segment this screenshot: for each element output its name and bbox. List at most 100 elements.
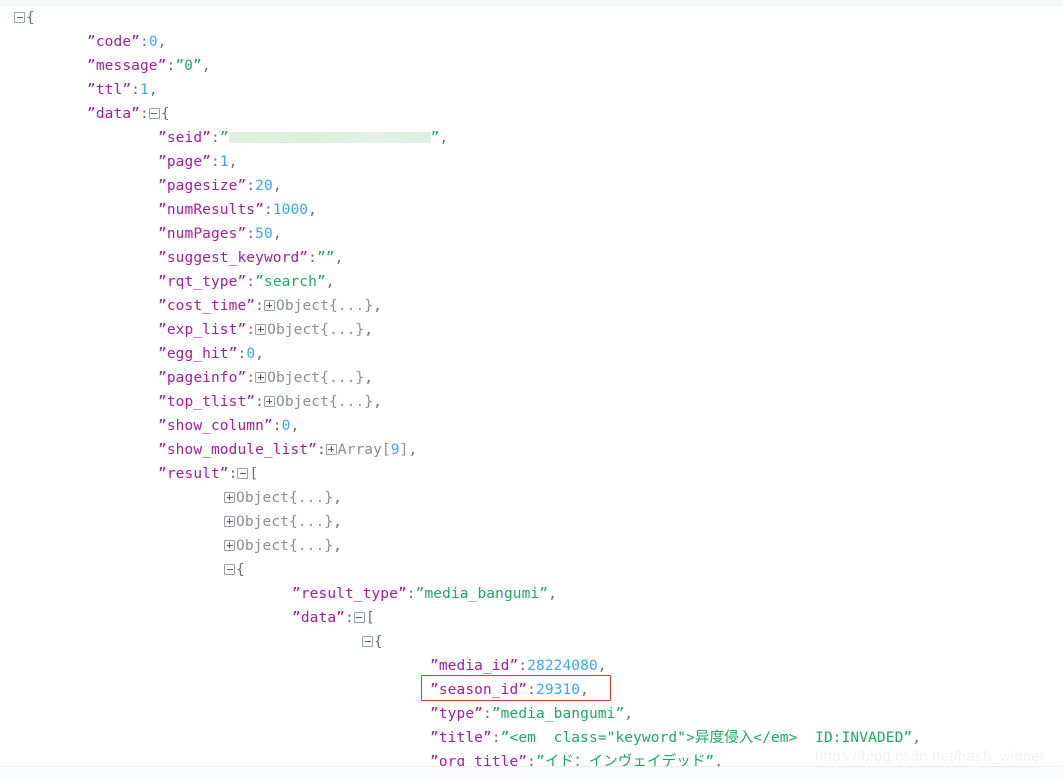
json-key: ”message”: [87, 58, 167, 74]
collapse-icon[interactable]: [14, 11, 25, 23]
expand-icon[interactable]: [224, 515, 235, 527]
json-colon: :: [166, 58, 176, 74]
json-line: ”title”:”<em class="keyword">异度侵入</em> I…: [0, 726, 1063, 750]
json-number-value: 1000: [272, 202, 309, 218]
json-line: ”show_column”:0,: [0, 414, 1063, 438]
json-string-value: ”search”: [255, 274, 326, 290]
json-comma: ,: [228, 154, 238, 170]
json-key: ”page”: [158, 154, 211, 170]
json-colon: :: [308, 250, 317, 266]
json-line: {: [0, 558, 1063, 582]
json-line: ”code”:0,: [0, 30, 1063, 54]
json-collapsed-placeholder[interactable]: Object{...}: [276, 394, 373, 410]
json-colon: :: [210, 130, 220, 146]
json-number-value: 1: [140, 82, 149, 98]
json-key: ”seid”: [158, 130, 211, 146]
json-comma: ,: [597, 658, 607, 674]
json-key: ”result”: [158, 466, 229, 482]
json-colon: :: [255, 298, 264, 314]
json-number-value: 1: [219, 154, 229, 170]
json-key: ”data”: [87, 106, 140, 122]
json-key: ”type”: [430, 706, 483, 722]
json-colon: :: [139, 34, 149, 50]
json-colon: :: [272, 418, 282, 434]
json-key: ”code”: [87, 34, 140, 50]
json-line: Object{...},: [0, 534, 1063, 558]
json-comma: ,: [255, 346, 264, 362]
json-line: ”seid”:””,: [0, 126, 1063, 150]
json-collapsed-placeholder[interactable]: Object{...}: [276, 298, 373, 314]
json-comma: ,: [408, 442, 418, 458]
expand-icon[interactable]: [255, 323, 267, 335]
json-comma: ,: [580, 682, 589, 698]
json-colon: :: [255, 394, 264, 410]
json-colon: :: [237, 346, 247, 362]
json-line: ”egg_hit”:0,: [0, 342, 1063, 366]
json-key: ”pagesize”: [158, 178, 247, 194]
collapse-icon[interactable]: [237, 467, 249, 479]
collapse-icon[interactable]: [148, 107, 160, 119]
json-number-value: 20: [255, 178, 273, 194]
json-bracket: {: [374, 634, 383, 650]
json-key: ”media_id”: [430, 658, 519, 674]
json-collapsed-placeholder[interactable]: Object{...}: [236, 538, 333, 554]
json-collapsed-placeholder[interactable]: Object{...}: [267, 370, 364, 386]
json-key: ”suggest_keyword”: [158, 250, 309, 266]
json-colon: :: [246, 322, 256, 338]
json-comma: ,: [148, 82, 158, 98]
json-comma: ,: [333, 538, 342, 554]
json-number-value: 50: [255, 226, 273, 242]
collapse-icon[interactable]: [224, 563, 235, 575]
window-bottom-edge: [0, 766, 1063, 778]
json-collapsed-placeholder[interactable]: Object{...}: [236, 490, 333, 506]
json-string-value: ”0”: [175, 58, 202, 74]
json-comma: ,: [364, 322, 374, 338]
json-line: {: [0, 630, 1063, 654]
expand-icon[interactable]: [255, 371, 267, 383]
json-comma: ,: [308, 202, 317, 218]
json-comma: ,: [548, 586, 557, 602]
json-line: ”message”:”0”,: [0, 54, 1063, 78]
json-colon: :: [518, 658, 528, 674]
json-line: ”result”: [: [0, 462, 1063, 486]
json-colon: :: [131, 82, 140, 98]
json-comma: ,: [373, 298, 382, 314]
json-colon: :: [316, 442, 326, 458]
json-collapsed-placeholder[interactable]: Array[: [338, 442, 391, 458]
json-tree-viewer[interactable]: {”code”:0, ”message”:”0”, ”ttl”:1, ”data”:{…: [0, 6, 1063, 774]
json-colon: :: [139, 106, 149, 122]
json-colon: :: [263, 202, 273, 218]
json-collapsed-placeholder[interactable]: Object{...}: [267, 322, 364, 338]
expand-icon[interactable]: [325, 443, 337, 455]
json-colon: :: [246, 274, 256, 290]
json-line: ”show_module_list”: Array[9],: [0, 438, 1063, 462]
json-colon: :: [246, 226, 256, 242]
json-line: ”rqt_type”:”search”,: [0, 270, 1063, 294]
watermark-text: https://blog.csdn.net/bash_winner: [815, 748, 1046, 765]
json-string-value: ””: [316, 250, 335, 266]
json-key: ”numPages”: [158, 226, 247, 242]
expand-icon[interactable]: [224, 491, 235, 503]
expand-icon[interactable]: [263, 395, 275, 407]
collapse-icon[interactable]: [362, 635, 373, 647]
json-quote-close: ”: [430, 130, 440, 146]
expand-icon[interactable]: [224, 539, 235, 551]
json-comma: ,: [290, 418, 300, 434]
json-line: ”pagesize”:20,: [0, 174, 1063, 198]
json-colon: :: [482, 706, 492, 722]
json-comma: ,: [325, 274, 335, 290]
json-comma: ,: [272, 226, 282, 242]
json-line: ”cost_time”: Object{...},: [0, 294, 1063, 318]
json-comma: ,: [333, 490, 342, 506]
json-line: ”result_type”:”media_bangumi”,: [0, 582, 1063, 606]
json-collapsed-placeholder[interactable]: Object{...}: [236, 514, 333, 530]
expand-icon[interactable]: [263, 299, 275, 311]
json-number-value: 28224080: [527, 658, 598, 674]
json-colon: :: [246, 178, 256, 194]
json-colon: :: [246, 370, 256, 386]
json-line: ”data”: [: [0, 606, 1063, 630]
json-key: ”data”: [292, 610, 345, 626]
json-bracket: {: [160, 106, 170, 122]
json-bracket: {: [26, 10, 35, 26]
collapse-icon[interactable]: [353, 611, 365, 623]
